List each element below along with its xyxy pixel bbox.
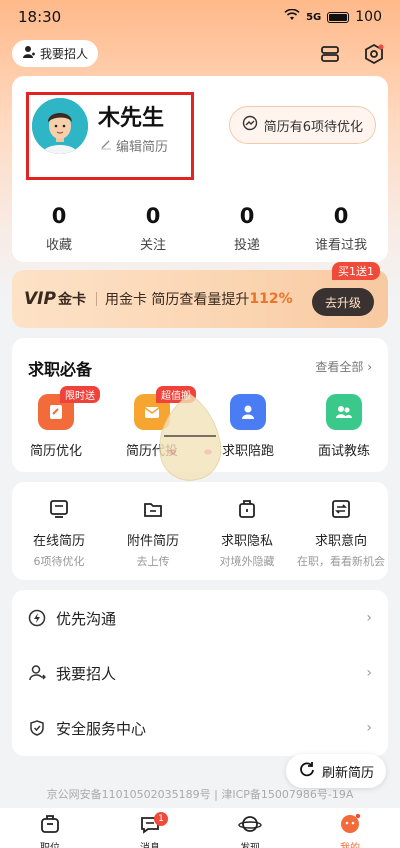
profile-stats: 0 收藏 0 关注 0 投递 0 谁看过我 (12, 204, 388, 253)
briefcase-icon (39, 814, 61, 837)
bottom-tabbar: 职位 1 消息 发现 我的 (0, 808, 400, 848)
profile-card: 木先生 编辑简历 简历有6项待优化 0 收藏 0 关注 0 投递 0 谁看过我 (12, 76, 388, 262)
stat-following[interactable]: 0 关注 (106, 204, 200, 253)
stat-label: 收藏 (45, 238, 72, 253)
status-time: 18:30 (18, 8, 62, 26)
tab-label: 发现 (240, 839, 260, 848)
stat-number: 0 (51, 204, 67, 228)
monitor-icon (12, 498, 106, 522)
highlight-box (26, 92, 194, 180)
switch-identity-button[interactable] (318, 42, 342, 66)
resume-subtitle: 在职，看看新机会 (297, 555, 385, 568)
tab-me[interactable]: 我的 (300, 808, 400, 848)
tab-messages[interactable]: 1 消息 (100, 808, 200, 848)
shield-icon (28, 719, 46, 737)
resume-subtitle: 去上传 (136, 555, 170, 568)
chevron-right-icon: › (366, 665, 372, 681)
resume-attachment[interactable]: 附件简历 去上传 (106, 482, 200, 580)
lightning-icon (28, 609, 46, 627)
stat-label: 关注 (139, 238, 166, 253)
stat-number: 0 (145, 204, 161, 228)
resume-intention[interactable]: 求职意向 在职，看看新机会 (294, 482, 388, 580)
tool-label: 简历优化 (29, 444, 82, 459)
stat-label: 谁看过我 (314, 238, 367, 253)
battery-level: 100 (355, 9, 382, 25)
menu-priority-chat[interactable]: 优先沟通 › (12, 591, 388, 645)
settings-button[interactable] (362, 42, 386, 66)
resume-card: 在线简历 6项待优化 附件简历 去上传 求职隐私 对境外隐藏 求职意向 在职，看… (12, 482, 388, 580)
stat-applications[interactable]: 0 投递 (200, 204, 294, 253)
vip-text: 用金卡 简历查看量提升 (104, 292, 250, 308)
upgrade-button[interactable]: 去升级 (312, 288, 374, 316)
view-all-label: 查看全部 (315, 360, 364, 374)
resume-title: 求职意向 (314, 534, 367, 549)
tab-label: 我的 (340, 839, 360, 848)
profile-active-icon (339, 813, 361, 837)
promo-badge: 买1送1 (332, 262, 380, 280)
refresh-resume-button[interactable]: 刷新简历 (285, 754, 386, 788)
lock-icon (200, 498, 294, 522)
menu-label: 我要招人 (56, 664, 117, 683)
resume-title: 在线简历 (32, 534, 85, 549)
icp-footer: 京公网安备11010502035189号 | 津ICP备15007986号-19… (46, 788, 354, 801)
user-icon (230, 394, 266, 430)
mascot-illustration (150, 390, 230, 486)
recruit-switch-label: 我要招人 (40, 47, 89, 61)
signal-icon: 5G (306, 11, 322, 23)
stat-number: 0 (239, 204, 255, 228)
menu-label: 安全服务中心 (56, 719, 147, 738)
tab-label: 消息 (140, 839, 160, 848)
vip-percent: 112% (249, 291, 293, 307)
resume-subtitle: 6项待优化 (33, 555, 85, 568)
refresh-icon (298, 760, 316, 782)
group-icon (326, 394, 362, 430)
unread-badge: 1 (154, 812, 168, 826)
divider (95, 292, 97, 306)
menu-safety-center[interactable]: 安全服务中心 › (12, 701, 388, 755)
tool-tag: 限时送 (60, 386, 100, 403)
chart-icon (242, 115, 258, 135)
recruit-switch-button[interactable]: 我要招人 (12, 40, 99, 67)
refresh-resume-label: 刷新简历 (321, 765, 374, 781)
tool-interview-coach[interactable]: 面试教练 (304, 394, 384, 459)
stat-favorites[interactable]: 0 收藏 (12, 204, 106, 253)
menu-recruit[interactable]: 我要招人 › (12, 646, 388, 700)
chevron-right-icon: › (366, 610, 372, 626)
user-switch-icon (28, 664, 46, 682)
resume-privacy[interactable]: 求职隐私 对境外隐藏 (200, 482, 294, 580)
tool-label: 面试教练 (317, 444, 370, 459)
planet-icon (238, 814, 262, 837)
section-title: 求职必备 (28, 360, 93, 379)
tab-jobs[interactable]: 职位 (0, 808, 100, 848)
vip-banner[interactable]: VIP 金卡 用金卡 简历查看量提升 112% 去升级 买1送1 (12, 262, 388, 328)
resume-online[interactable]: 在线简历 6项待优化 (12, 482, 106, 580)
tab-label: 职位 (40, 839, 60, 848)
resume-subtitle: 对境外隐藏 (219, 555, 275, 568)
view-all-link[interactable]: 查看全部 › (315, 358, 372, 375)
switch-icon (321, 46, 339, 62)
user-switch-icon (22, 45, 36, 62)
resume-title: 求职隐私 (220, 534, 273, 549)
menu-card: 优先沟通 › 我要招人 › 安全服务中心 › (12, 590, 388, 756)
vip-gold-label: 金卡 (57, 292, 86, 308)
gear-icon (365, 43, 384, 65)
resume-title: 附件简历 (126, 534, 179, 549)
stat-number: 0 (333, 204, 349, 228)
tab-discover[interactable]: 发现 (200, 808, 300, 848)
chevron-right-icon: › (366, 720, 372, 736)
resume-optimize-label: 简历有6项待优化 (263, 119, 363, 135)
swap-icon (294, 498, 388, 522)
wifi-icon (284, 8, 300, 25)
status-bar: 18:30 5G 100 (0, 0, 400, 34)
stat-label: 投递 (233, 238, 260, 253)
stat-viewers[interactable]: 0 谁看过我 (294, 204, 388, 253)
folder-icon (106, 498, 200, 522)
chevron-right-icon: › (367, 360, 372, 374)
resume-optimize-button[interactable]: 简历有6项待优化 (228, 106, 376, 144)
vip-mark: VIP (24, 289, 56, 309)
tool-resume-optimize[interactable]: 限时送 简历优化 (16, 386, 100, 459)
battery-icon (327, 11, 350, 23)
menu-label: 优先沟通 (56, 609, 117, 628)
